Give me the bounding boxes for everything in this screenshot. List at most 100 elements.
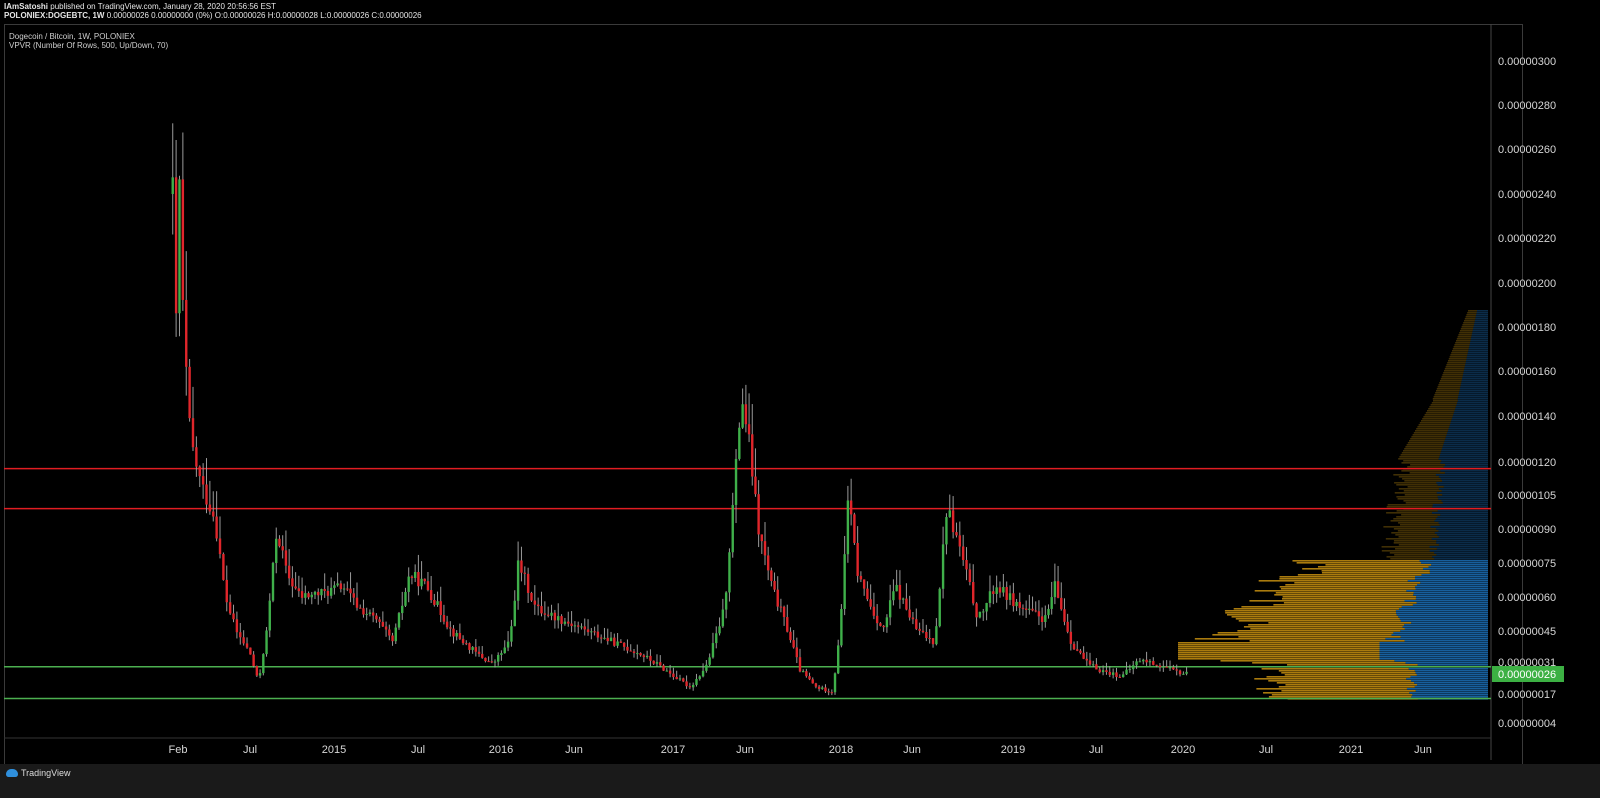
candle-up — [365, 613, 368, 615]
candle-up — [1111, 672, 1115, 675]
candle-down — [375, 615, 378, 620]
candle-up — [573, 625, 577, 627]
vpvr-bar-up — [1439, 524, 1488, 526]
vpvr-bar-up — [1428, 566, 1488, 568]
candle-down — [824, 687, 827, 692]
vpvr-bar-up — [1471, 334, 1488, 336]
vpvr-bar-up — [1473, 326, 1488, 328]
vpvr-bar-down — [1467, 312, 1477, 314]
candle-down — [239, 632, 242, 638]
vpvr-bar-down — [1325, 564, 1432, 566]
candle-down — [744, 404, 748, 425]
vpvr-bar-up — [1406, 678, 1488, 680]
candle-down — [763, 541, 767, 556]
vpvr-bar-down — [1404, 494, 1443, 496]
vpvr-bar-down — [1404, 448, 1442, 450]
candle-up — [368, 612, 372, 614]
vpvr-bar-up — [1429, 550, 1488, 552]
candle-down — [961, 546, 965, 560]
price-chart[interactable]: 0.00000300 0.00000280 0.00000260 0.00000240… — [0, 0, 1600, 798]
candle-down — [685, 681, 688, 687]
vpvr-bar-down — [1278, 686, 1415, 688]
candle-down — [381, 621, 385, 627]
current-price-label: 0.00000026 — [1498, 669, 1556, 681]
candle-up — [1121, 674, 1125, 678]
candle-up — [557, 616, 560, 621]
candle-down — [458, 632, 462, 639]
candle-up — [982, 611, 985, 613]
vpvr-bar-up — [1438, 522, 1488, 524]
candle-down — [760, 534, 764, 542]
vpvr-bar-down — [1450, 354, 1468, 356]
candle-down — [1079, 650, 1082, 653]
vpvr-bar-up — [1438, 498, 1488, 500]
x-tick-label: Jun — [1414, 744, 1432, 756]
candle-up — [436, 601, 439, 605]
vpvr-bar-up — [1404, 628, 1488, 630]
vpvr-bar-up — [1444, 440, 1488, 442]
vpvr-bar-down — [1292, 560, 1420, 562]
candle-up — [715, 633, 718, 644]
candle-down — [1037, 611, 1041, 617]
vpvr-bar-up — [1404, 600, 1488, 602]
candle-down — [856, 542, 859, 576]
candle-down — [808, 676, 811, 680]
candle-down — [1063, 609, 1066, 622]
vpvr-bar-down — [1394, 554, 1437, 556]
candle-up — [718, 626, 721, 634]
vpvr-bar-down — [1243, 626, 1403, 628]
vpvr-bar-up — [1439, 456, 1488, 458]
vpvr-bar-down — [1405, 446, 1443, 448]
vpvr-bar-up — [1443, 466, 1488, 468]
vpvr-bar-down — [1178, 648, 1380, 650]
vpvr-bar-up — [1379, 648, 1488, 650]
candle-up — [413, 571, 417, 579]
candle-down — [1095, 664, 1098, 670]
vpvr-bar-up — [1455, 406, 1488, 408]
vpvr-bar-up — [1416, 602, 1488, 604]
vpvr-bar-down — [1437, 386, 1461, 388]
candle-up — [506, 641, 510, 648]
candle-down — [317, 591, 320, 596]
candle-down — [352, 593, 355, 598]
candle-down — [830, 692, 834, 694]
candle-down — [235, 619, 239, 633]
y-tick-label: 0.00000260 — [1498, 144, 1556, 156]
candle-down — [925, 631, 928, 639]
candle-up — [738, 427, 741, 459]
vpvr-bar-down — [1178, 652, 1380, 654]
vpvr-bar-down — [1224, 610, 1396, 612]
y-tick-label: 0.00000200 — [1498, 278, 1556, 290]
vpvr-bar-down — [1456, 340, 1471, 342]
vpvr-bar-up — [1466, 358, 1488, 360]
candle-up — [603, 637, 606, 639]
vpvr-bar-down — [1453, 346, 1470, 348]
candle-up — [1148, 661, 1152, 663]
tradingview-logo[interactable]: TradingView — [6, 768, 71, 778]
candle-up — [1101, 670, 1105, 673]
vpvr-bar-up — [1413, 594, 1488, 596]
candle-down — [872, 606, 876, 616]
vpvr-bar-down — [1178, 654, 1380, 656]
candle-down — [378, 619, 381, 622]
candle-up — [455, 632, 458, 637]
candle-down — [560, 616, 563, 624]
candle-down — [287, 565, 291, 579]
vpvr-bar-up — [1438, 544, 1488, 546]
vpvr-bar-down — [1387, 504, 1433, 506]
candle-down — [593, 631, 596, 633]
vpvr-bar-down — [1407, 442, 1444, 444]
vpvr-bar-up — [1437, 496, 1488, 498]
vpvr-bar-down — [1460, 328, 1474, 330]
vpvr-bar-up — [1406, 590, 1488, 592]
vpvr-bar-down — [1409, 440, 1445, 442]
vpvr-bar-up — [1441, 500, 1488, 502]
vpvr-bar-down — [1432, 398, 1458, 400]
vpvr-bar-up — [1431, 538, 1488, 540]
candle-down — [1076, 649, 1079, 651]
candle-down — [859, 575, 863, 580]
vpvr-bar-up — [1458, 394, 1488, 396]
candle-up — [404, 591, 407, 606]
candle-down — [487, 661, 490, 663]
candle-up — [550, 612, 553, 616]
